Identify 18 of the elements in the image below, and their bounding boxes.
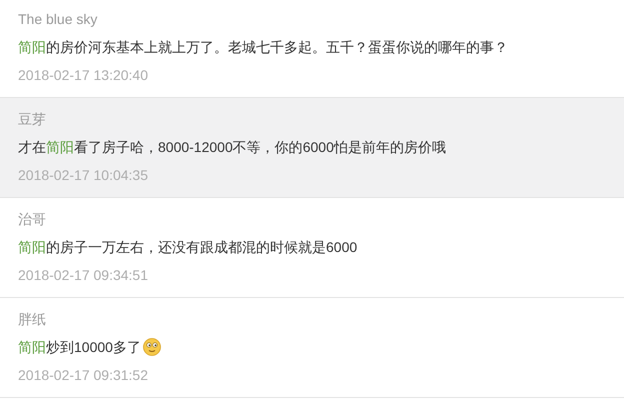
- comment-time: 2018-02-17 13:20:40: [18, 66, 148, 85]
- comment-text: 炒到10000多了: [46, 338, 141, 357]
- comment-author: The blue sky: [18, 10, 98, 29]
- comment-author: 胖纸: [18, 310, 46, 329]
- comment-time: 2018-02-17 09:34:51: [18, 266, 148, 285]
- comment-time: 2018-02-17 09:31:52: [18, 366, 148, 385]
- smiley-emoji-icon: [142, 338, 161, 356]
- comment-text: 的房价河东基本上就上万了。老城七千多起。五千？蛋蛋你说的哪年的事？: [46, 38, 508, 57]
- place-link[interactable]: 简阳: [18, 33, 46, 61]
- comment-text: 的房子一万左右，还没有跟成都混的时候就是6000: [46, 238, 358, 257]
- comment-author: 治哥: [18, 210, 46, 229]
- place-link[interactable]: 简阳: [18, 333, 46, 361]
- place-link[interactable]: 简阳: [18, 233, 46, 261]
- comment-author: 豆芽: [18, 110, 46, 129]
- comment-time: 2018-02-17 10:04:35: [18, 166, 148, 185]
- comment-text: 才在: [18, 138, 46, 157]
- place-link[interactable]: 简阳: [46, 133, 74, 161]
- comment-text: 看了房子哈，8000-12000不等，你的6000怕是前年的房价哦: [74, 138, 446, 157]
